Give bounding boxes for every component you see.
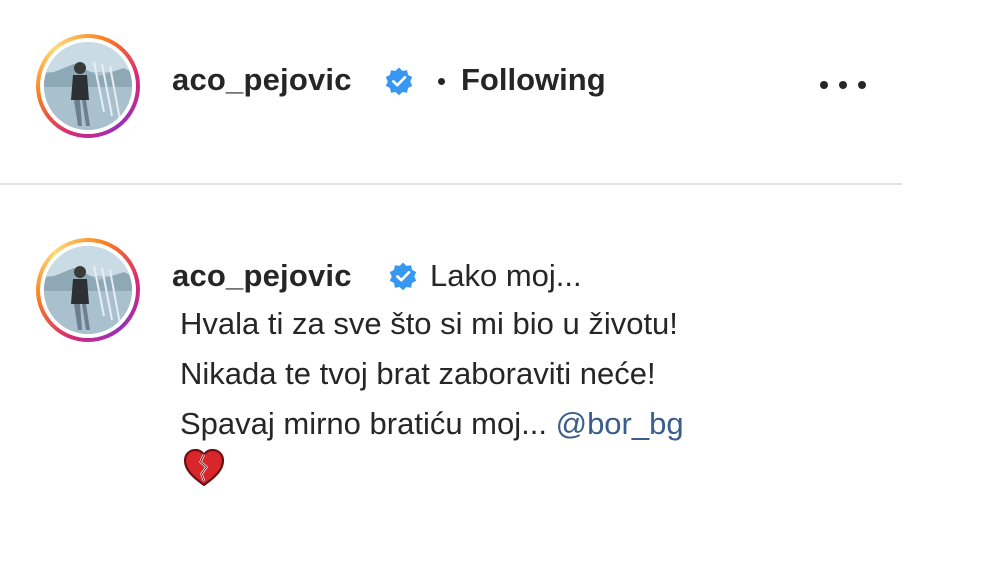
avatar-photo xyxy=(44,42,132,130)
caption-text-line-4: Spavaj mirno bratiću moj... @bor_bg xyxy=(180,406,684,442)
avatar-photo xyxy=(44,246,132,334)
caption-text-line-1: Lako moj... xyxy=(430,258,582,293)
post-header: aco_pejovic Following xyxy=(0,0,902,182)
broken-heart-icon xyxy=(183,448,225,488)
verified-badge-icon xyxy=(384,66,414,96)
caption-text-line-2: Hvala ti za sve što si mi bio u životu! xyxy=(180,306,678,341)
caption-text-line-3: Nikada te tvoj brat zaboraviti neće! xyxy=(180,356,656,391)
caption-username[interactable]: aco_pejovic xyxy=(172,258,352,294)
separator-dot xyxy=(438,78,445,85)
more-options-icon[interactable] xyxy=(820,70,866,100)
author-avatar[interactable] xyxy=(36,34,140,138)
caption-author-avatar[interactable] xyxy=(36,238,140,342)
verified-badge-icon xyxy=(388,261,418,291)
following-button[interactable]: Following xyxy=(461,62,606,98)
author-username[interactable]: aco_pejovic xyxy=(172,62,352,98)
mention-link[interactable]: @bor_bg xyxy=(556,406,684,441)
header-divider xyxy=(0,183,902,185)
caption-text-line-4-body: Spavaj mirno bratiću moj... xyxy=(180,406,556,441)
instagram-post-panel: aco_pejovic Following aco_pejovic Lako m… xyxy=(0,0,1000,562)
